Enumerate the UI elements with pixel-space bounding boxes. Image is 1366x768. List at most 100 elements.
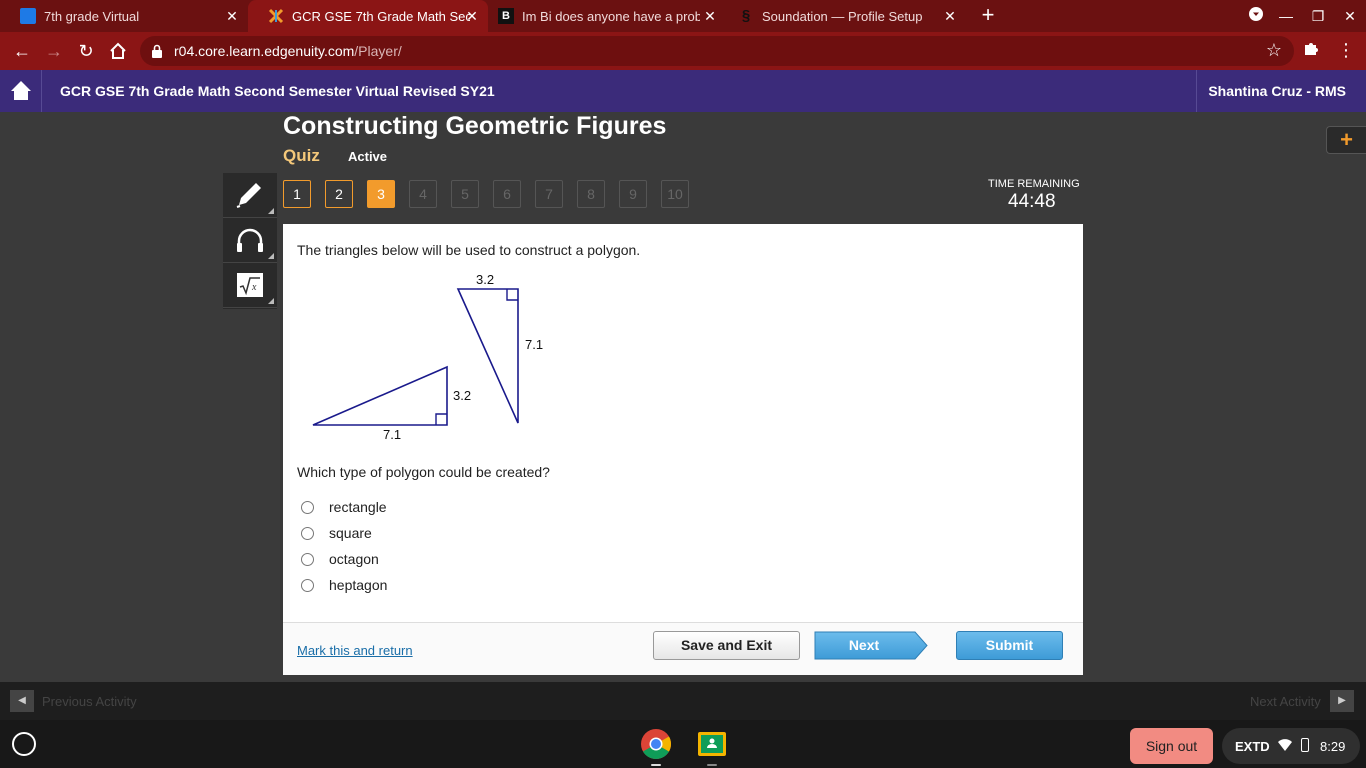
url-host: r04.core.learn.edgenuity.com <box>174 43 355 59</box>
question-number-6[interactable]: 6 <box>493 180 521 208</box>
left-right-angle-mark <box>435 413 447 425</box>
question-number-4[interactable]: 4 <box>409 180 437 208</box>
restore-window-icon[interactable]: ❐ <box>1308 6 1328 26</box>
pencil-tool-button[interactable] <box>223 173 277 218</box>
question-number-9[interactable]: 9 <box>619 180 647 208</box>
tab-edgenuity[interactable]: GCR GSE 7th Grade Math Second Semester ✕ <box>248 0 488 32</box>
radio-button[interactable] <box>301 500 314 514</box>
option-label: rectangle <box>329 499 387 515</box>
save-and-exit-button[interactable]: Save and Exit <box>653 631 800 660</box>
question-prompt: The triangles below will be used to cons… <box>297 242 641 258</box>
battery-icon <box>1301 738 1309 752</box>
status-tray[interactable]: EXTD 8:29 <box>1222 728 1360 764</box>
header-divider <box>1196 70 1197 112</box>
tab-brainly[interactable]: B Im Bi does anyone have a problem ✕ <box>478 0 726 32</box>
answer-option-octagon[interactable]: octagon <box>301 549 379 569</box>
tab-search-icon[interactable] <box>1246 6 1266 26</box>
minimize-window-icon[interactable]: — <box>1276 6 1296 26</box>
question-number-8[interactable]: 8 <box>577 180 605 208</box>
submit-button[interactable]: Submit <box>956 631 1063 660</box>
launcher-circle-icon[interactable] <box>12 732 36 756</box>
wifi-icon <box>1278 738 1292 752</box>
close-tab-icon[interactable]: ✕ <box>702 8 718 24</box>
soundation-favicon-icon: § <box>741 7 751 24</box>
forward-arrow-icon[interactable]: → <box>42 39 66 63</box>
timer-label: TIME REMAINING <box>988 178 1080 190</box>
audio-tool-button[interactable] <box>223 218 277 263</box>
radio-button[interactable] <box>301 552 314 566</box>
clock-time: 8:29 <box>1320 739 1346 754</box>
tab-title: GCR GSE 7th Grade Math Second Semester <box>292 8 470 24</box>
mark-and-return-link[interactable]: Mark this and return <box>297 643 413 658</box>
right-side-label: 7.1 <box>525 337 543 352</box>
radio-button[interactable] <box>301 526 314 540</box>
activity-type: Quiz <box>283 146 320 165</box>
dropdown-corner <box>268 253 274 259</box>
previous-activity-label[interactable]: Previous Activity <box>42 694 137 709</box>
address-bar[interactable]: r04.core.learn.edgenuity.com/Player/ ☆ <box>140 36 1294 66</box>
dropdown-corner <box>268 298 274 304</box>
next-activity-arrow-icon[interactable]: ▶ <box>1330 690 1354 712</box>
close-tab-icon[interactable]: ✕ <box>224 8 240 24</box>
more-vert-icon[interactable]: ⋮ <box>1336 40 1356 60</box>
house-icon <box>11 81 31 100</box>
triangles-figure: 7.1 3.2 3.2 7.1 <box>312 272 543 442</box>
close-tab-icon[interactable]: ✕ <box>942 8 958 24</box>
chrome-app-icon[interactable] <box>640 728 672 760</box>
os-shelf: Sign out EXTD 8:29 <box>0 720 1366 768</box>
question-number-5[interactable]: 5 <box>451 180 479 208</box>
radio-button[interactable] <box>301 578 314 592</box>
timer-value: 44:48 <box>1008 191 1056 212</box>
answer-option-heptagon[interactable]: heptagon <box>301 575 387 595</box>
input-method-label: EXTD <box>1235 739 1270 754</box>
answer-option-square[interactable]: square <box>301 523 372 543</box>
home-icon[interactable] <box>106 39 130 63</box>
option-label: square <box>329 525 372 541</box>
reload-icon[interactable]: ↻ <box>74 39 98 63</box>
dropdown-corner <box>268 208 274 214</box>
sign-out-button[interactable]: Sign out <box>1130 728 1213 764</box>
next-button-label: Next <box>848 637 880 653</box>
next-button[interactable]: Next <box>814 631 928 660</box>
url-path: /Player/ <box>354 43 402 59</box>
close-window-icon[interactable]: ✕ <box>1340 6 1360 26</box>
previous-activity-arrow-icon[interactable]: ◀ <box>10 690 34 712</box>
course-header: GCR GSE 7th Grade Math Second Semester V… <box>0 70 1366 112</box>
tab-title: Im Bi does anyone have a problem <box>522 8 700 24</box>
extensions-puzzle-icon[interactable] <box>1302 40 1322 60</box>
lesson-title: Constructing Geometric Figures <box>283 112 667 140</box>
activity-status: Active <box>348 149 388 164</box>
right-right-angle-mark <box>506 289 518 301</box>
right-top-label: 3.2 <box>476 272 494 287</box>
edgenuity-favicon-icon <box>268 8 284 24</box>
classroom-running-indicator <box>707 764 717 766</box>
left-base-label: 7.1 <box>383 427 401 442</box>
add-tool-plus-icon[interactable]: + <box>1326 126 1366 154</box>
question-panel: The triangles below will be used to cons… <box>283 224 1083 675</box>
tab-title: Soundation — Profile Setup <box>762 8 923 24</box>
lock-icon <box>152 44 162 58</box>
tab-strip: 7th grade Virtual ✕ GCR GSE 7th Grade Ma… <box>0 0 1366 32</box>
new-tab-button[interactable]: + <box>976 4 1000 28</box>
question-number-7[interactable]: 7 <box>535 180 563 208</box>
tab-soundation[interactable]: § Soundation — Profile Setup ✕ <box>718 0 966 32</box>
answer-option-rectangle[interactable]: rectangle <box>301 497 387 517</box>
google-classroom-app-icon[interactable] <box>696 728 728 760</box>
calculator-tool-button[interactable]: x <box>223 263 277 308</box>
back-arrow-icon[interactable]: ← <box>10 39 34 63</box>
question-number-2[interactable]: 2 <box>325 180 353 208</box>
course-title: GCR GSE 7th Grade Math Second Semester V… <box>60 83 495 99</box>
question-number-3[interactable]: 3 <box>367 180 395 208</box>
left-height-label: 3.2 <box>453 388 471 403</box>
svg-text:x: x <box>251 282 257 293</box>
chrome-running-indicator <box>651 764 661 766</box>
question-number-1[interactable]: 1 <box>283 180 311 208</box>
google-classroom-favicon-icon <box>20 8 36 24</box>
bookmark-star-icon[interactable]: ☆ <box>1266 40 1282 61</box>
question-number-10[interactable]: 10 <box>661 180 689 208</box>
tab-classroom[interactable]: 7th grade Virtual ✕ <box>0 0 248 32</box>
browser-toolbar: ← → ↻ r04.core.learn.edgenuity.com/Playe… <box>0 32 1366 70</box>
next-activity-label[interactable]: Next Activity <box>1250 694 1321 709</box>
course-home-button[interactable] <box>0 70 42 112</box>
tab-title: 7th grade Virtual <box>44 8 140 24</box>
